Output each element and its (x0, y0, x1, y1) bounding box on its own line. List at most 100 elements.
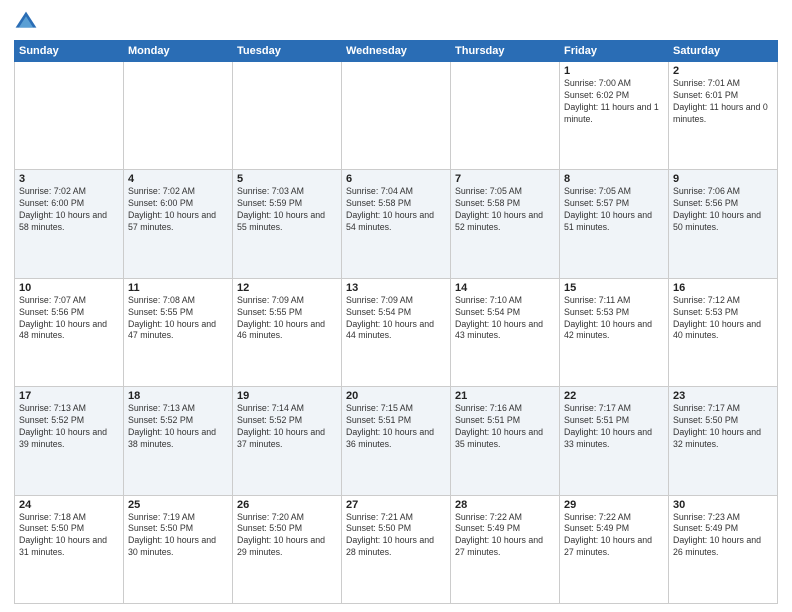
calendar-cell: 4Sunrise: 7:02 AM Sunset: 6:00 PM Daylig… (124, 170, 233, 278)
calendar-cell: 7Sunrise: 7:05 AM Sunset: 5:58 PM Daylig… (451, 170, 560, 278)
day-number: 30 (673, 499, 773, 511)
weekday-header: SundayMondayTuesdayWednesdayThursdayFrid… (15, 41, 778, 62)
day-info: Sunrise: 7:15 AM Sunset: 5:51 PM Dayligh… (346, 403, 446, 451)
day-number: 7 (455, 173, 555, 185)
day-info: Sunrise: 7:02 AM Sunset: 6:00 PM Dayligh… (19, 186, 119, 234)
calendar-cell: 6Sunrise: 7:04 AM Sunset: 5:58 PM Daylig… (342, 170, 451, 278)
calendar-cell: 11Sunrise: 7:08 AM Sunset: 5:55 PM Dayli… (124, 278, 233, 386)
weekday-header-cell: Wednesday (342, 41, 451, 62)
calendar-body: 1Sunrise: 7:00 AM Sunset: 6:02 PM Daylig… (15, 62, 778, 604)
day-info: Sunrise: 7:09 AM Sunset: 5:55 PM Dayligh… (237, 295, 337, 343)
day-number: 4 (128, 173, 228, 185)
calendar-cell: 16Sunrise: 7:12 AM Sunset: 5:53 PM Dayli… (669, 278, 778, 386)
calendar-week-row: 10Sunrise: 7:07 AM Sunset: 5:56 PM Dayli… (15, 278, 778, 386)
logo-icon (14, 10, 38, 34)
day-number: 10 (19, 282, 119, 294)
calendar-cell (15, 62, 124, 170)
day-info: Sunrise: 7:21 AM Sunset: 5:50 PM Dayligh… (346, 512, 446, 560)
day-info: Sunrise: 7:12 AM Sunset: 5:53 PM Dayligh… (673, 295, 773, 343)
calendar-week-row: 24Sunrise: 7:18 AM Sunset: 5:50 PM Dayli… (15, 495, 778, 603)
day-info: Sunrise: 7:13 AM Sunset: 5:52 PM Dayligh… (19, 403, 119, 451)
calendar-cell: 14Sunrise: 7:10 AM Sunset: 5:54 PM Dayli… (451, 278, 560, 386)
calendar-cell: 17Sunrise: 7:13 AM Sunset: 5:52 PM Dayli… (15, 387, 124, 495)
calendar-cell (451, 62, 560, 170)
day-number: 16 (673, 282, 773, 294)
weekday-header-cell: Saturday (669, 41, 778, 62)
calendar-cell: 25Sunrise: 7:19 AM Sunset: 5:50 PM Dayli… (124, 495, 233, 603)
calendar-cell: 22Sunrise: 7:17 AM Sunset: 5:51 PM Dayli… (560, 387, 669, 495)
calendar-cell (342, 62, 451, 170)
day-number: 8 (564, 173, 664, 185)
calendar-cell: 24Sunrise: 7:18 AM Sunset: 5:50 PM Dayli… (15, 495, 124, 603)
day-info: Sunrise: 7:17 AM Sunset: 5:51 PM Dayligh… (564, 403, 664, 451)
calendar-cell: 13Sunrise: 7:09 AM Sunset: 5:54 PM Dayli… (342, 278, 451, 386)
day-number: 5 (237, 173, 337, 185)
day-info: Sunrise: 7:23 AM Sunset: 5:49 PM Dayligh… (673, 512, 773, 560)
day-info: Sunrise: 7:19 AM Sunset: 5:50 PM Dayligh… (128, 512, 228, 560)
day-info: Sunrise: 7:18 AM Sunset: 5:50 PM Dayligh… (19, 512, 119, 560)
day-info: Sunrise: 7:08 AM Sunset: 5:55 PM Dayligh… (128, 295, 228, 343)
calendar-cell: 21Sunrise: 7:16 AM Sunset: 5:51 PM Dayli… (451, 387, 560, 495)
calendar-cell: 18Sunrise: 7:13 AM Sunset: 5:52 PM Dayli… (124, 387, 233, 495)
calendar-cell: 15Sunrise: 7:11 AM Sunset: 5:53 PM Dayli… (560, 278, 669, 386)
day-number: 18 (128, 390, 228, 402)
day-info: Sunrise: 7:05 AM Sunset: 5:58 PM Dayligh… (455, 186, 555, 234)
day-info: Sunrise: 7:13 AM Sunset: 5:52 PM Dayligh… (128, 403, 228, 451)
day-info: Sunrise: 7:10 AM Sunset: 5:54 PM Dayligh… (455, 295, 555, 343)
calendar-table: SundayMondayTuesdayWednesdayThursdayFrid… (14, 40, 778, 604)
calendar-week-row: 17Sunrise: 7:13 AM Sunset: 5:52 PM Dayli… (15, 387, 778, 495)
calendar-cell: 9Sunrise: 7:06 AM Sunset: 5:56 PM Daylig… (669, 170, 778, 278)
day-number: 13 (346, 282, 446, 294)
logo-area (14, 10, 42, 34)
calendar-cell: 20Sunrise: 7:15 AM Sunset: 5:51 PM Dayli… (342, 387, 451, 495)
day-info: Sunrise: 7:03 AM Sunset: 5:59 PM Dayligh… (237, 186, 337, 234)
day-info: Sunrise: 7:00 AM Sunset: 6:02 PM Dayligh… (564, 78, 664, 126)
calendar-cell: 8Sunrise: 7:05 AM Sunset: 5:57 PM Daylig… (560, 170, 669, 278)
day-info: Sunrise: 7:06 AM Sunset: 5:56 PM Dayligh… (673, 186, 773, 234)
calendar-cell: 12Sunrise: 7:09 AM Sunset: 5:55 PM Dayli… (233, 278, 342, 386)
day-info: Sunrise: 7:14 AM Sunset: 5:52 PM Dayligh… (237, 403, 337, 451)
calendar-cell: 28Sunrise: 7:22 AM Sunset: 5:49 PM Dayli… (451, 495, 560, 603)
weekday-header-cell: Tuesday (233, 41, 342, 62)
day-info: Sunrise: 7:01 AM Sunset: 6:01 PM Dayligh… (673, 78, 773, 126)
day-info: Sunrise: 7:02 AM Sunset: 6:00 PM Dayligh… (128, 186, 228, 234)
calendar-cell: 29Sunrise: 7:22 AM Sunset: 5:49 PM Dayli… (560, 495, 669, 603)
day-number: 22 (564, 390, 664, 402)
day-number: 2 (673, 65, 773, 77)
day-number: 3 (19, 173, 119, 185)
calendar-cell: 3Sunrise: 7:02 AM Sunset: 6:00 PM Daylig… (15, 170, 124, 278)
day-number: 1 (564, 65, 664, 77)
day-number: 17 (19, 390, 119, 402)
page: SundayMondayTuesdayWednesdayThursdayFrid… (0, 0, 792, 612)
day-number: 6 (346, 173, 446, 185)
weekday-header-cell: Thursday (451, 41, 560, 62)
calendar-cell: 23Sunrise: 7:17 AM Sunset: 5:50 PM Dayli… (669, 387, 778, 495)
day-info: Sunrise: 7:20 AM Sunset: 5:50 PM Dayligh… (237, 512, 337, 560)
day-number: 19 (237, 390, 337, 402)
weekday-header-cell: Monday (124, 41, 233, 62)
day-number: 11 (128, 282, 228, 294)
day-info: Sunrise: 7:11 AM Sunset: 5:53 PM Dayligh… (564, 295, 664, 343)
day-number: 14 (455, 282, 555, 294)
day-info: Sunrise: 7:16 AM Sunset: 5:51 PM Dayligh… (455, 403, 555, 451)
day-number: 20 (346, 390, 446, 402)
day-info: Sunrise: 7:04 AM Sunset: 5:58 PM Dayligh… (346, 186, 446, 234)
calendar-cell: 19Sunrise: 7:14 AM Sunset: 5:52 PM Dayli… (233, 387, 342, 495)
day-number: 27 (346, 499, 446, 511)
weekday-header-cell: Sunday (15, 41, 124, 62)
calendar-cell: 30Sunrise: 7:23 AM Sunset: 5:49 PM Dayli… (669, 495, 778, 603)
day-number: 24 (19, 499, 119, 511)
day-number: 28 (455, 499, 555, 511)
calendar-week-row: 3Sunrise: 7:02 AM Sunset: 6:00 PM Daylig… (15, 170, 778, 278)
top-section (14, 10, 778, 34)
day-info: Sunrise: 7:22 AM Sunset: 5:49 PM Dayligh… (455, 512, 555, 560)
calendar-cell: 2Sunrise: 7:01 AM Sunset: 6:01 PM Daylig… (669, 62, 778, 170)
day-info: Sunrise: 7:22 AM Sunset: 5:49 PM Dayligh… (564, 512, 664, 560)
weekday-header-cell: Friday (560, 41, 669, 62)
calendar-cell: 26Sunrise: 7:20 AM Sunset: 5:50 PM Dayli… (233, 495, 342, 603)
day-number: 15 (564, 282, 664, 294)
day-number: 29 (564, 499, 664, 511)
day-number: 26 (237, 499, 337, 511)
calendar-cell: 10Sunrise: 7:07 AM Sunset: 5:56 PM Dayli… (15, 278, 124, 386)
day-info: Sunrise: 7:05 AM Sunset: 5:57 PM Dayligh… (564, 186, 664, 234)
